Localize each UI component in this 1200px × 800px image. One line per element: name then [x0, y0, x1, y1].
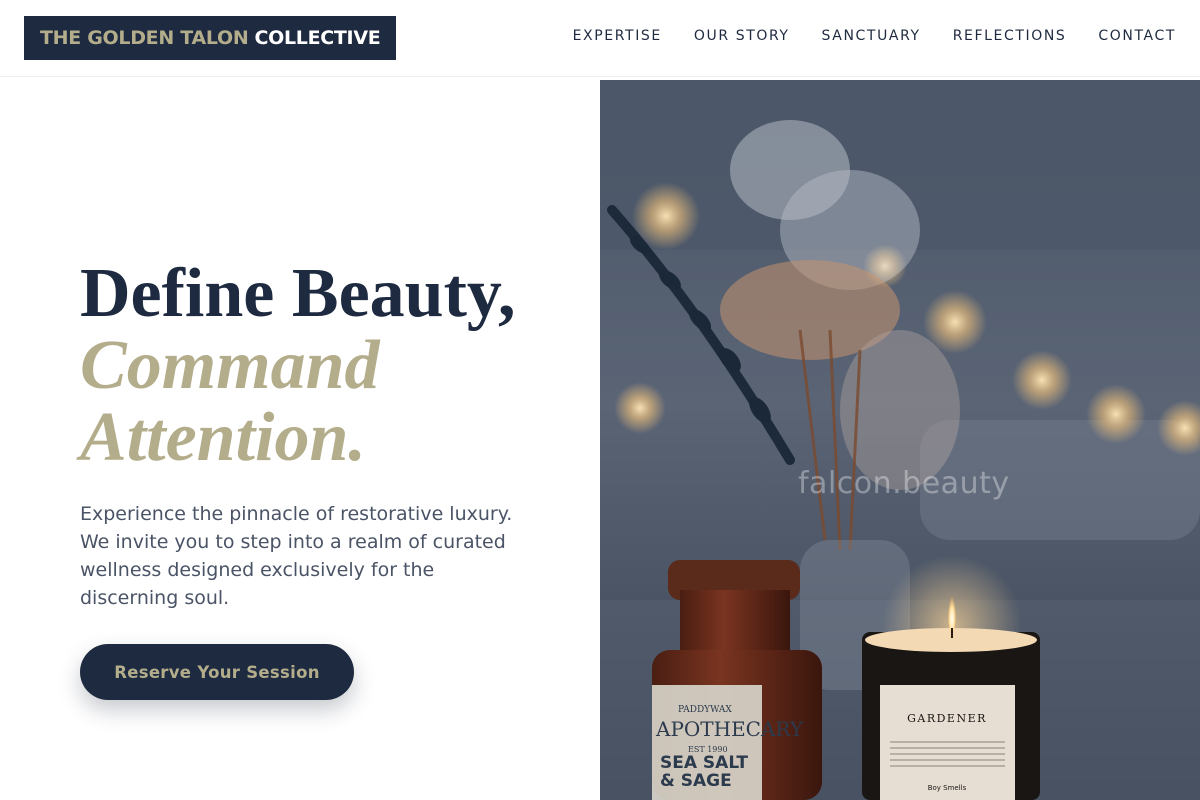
jar-label-title: APOTHECARY — [655, 717, 804, 741]
nav-item-expertise[interactable]: EXPERTISE — [573, 26, 662, 46]
reserve-session-button[interactable]: Reserve Your Session — [80, 644, 354, 700]
hero-description: Experience the pinnacle of restorative l… — [80, 503, 513, 609]
hero-title-line2: Command — [80, 327, 380, 404]
brand-name-part1: THE GOLDEN TALON — [40, 27, 249, 49]
hero-title-line3: Attention. — [80, 399, 366, 476]
jar-label-scent-line1: SEA SALT — [660, 753, 748, 773]
nav-item-our-story[interactable]: OUR STORY — [694, 26, 790, 46]
nav-item-sanctuary[interactable]: SANCTUARY — [822, 26, 921, 46]
main-nav: EXPERTISE OUR STORY SANCTUARY REFLECTION… — [573, 26, 1176, 46]
site-header: THE GOLDEN TALON COLLECTIVE EXPERTISE OU… — [0, 0, 1200, 77]
nav-item-reflections[interactable]: REFLECTIONS — [953, 26, 1067, 46]
candle-label-footer: Boy Smells — [928, 784, 967, 792]
hero-title: Define Beauty, Command Attention. — [80, 258, 580, 474]
jar-label-scent-line2: & SAGE — [660, 771, 732, 791]
brand-name-part2: COLLECTIVE — [254, 27, 381, 49]
brand-logo[interactable]: THE GOLDEN TALON COLLECTIVE — [24, 16, 397, 60]
jar-label-brand: PADDYWAX — [678, 705, 732, 715]
hero-photo-candles: PADDYWAX APOTHECARY EST 1990 SEA SALT & … — [600, 80, 1200, 800]
nav-item-contact[interactable]: CONTACT — [1098, 26, 1176, 46]
image-watermark: falcon.beauty — [798, 466, 1010, 501]
hero-title-line1: Define Beauty, — [80, 255, 516, 332]
candle-label-title: GARDENER — [907, 712, 987, 725]
